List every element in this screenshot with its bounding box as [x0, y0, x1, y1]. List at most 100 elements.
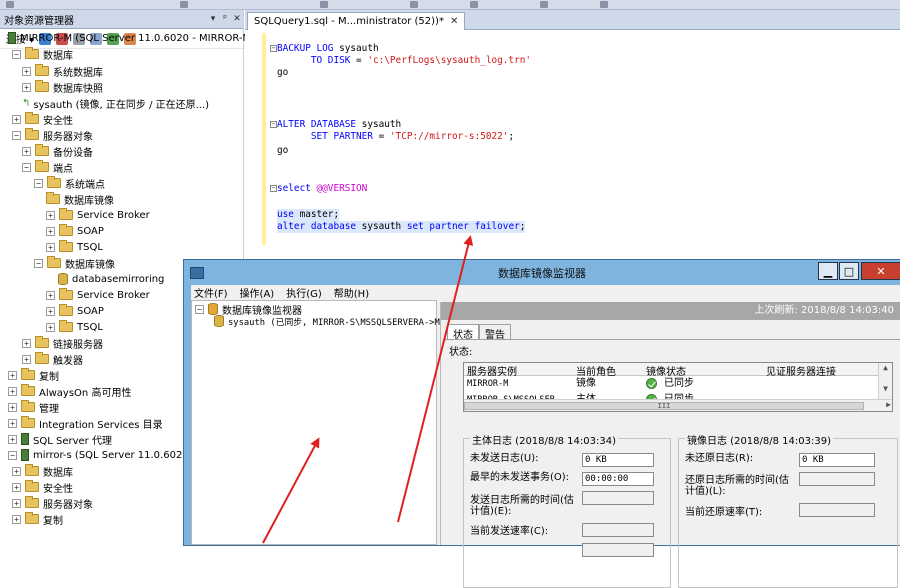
expand-icon[interactable]: + [46, 210, 55, 220]
grid-vertical-scrollbar[interactable]: ▲ ▼ [878, 363, 892, 399]
tree-node[interactable]: + Service Broker [46, 287, 150, 303]
tree-node[interactable]: databasemirroring [58, 271, 164, 287]
expand-icon[interactable]: + [12, 482, 21, 492]
code-line[interactable]: use master; [277, 209, 340, 221]
maximize-button[interactable]: □ [839, 262, 859, 280]
tree-node[interactable]: + SOAP [46, 223, 104, 239]
expand-icon[interactable]: + [22, 66, 31, 76]
close-button[interactable]: ✕ [861, 262, 900, 280]
tree-node[interactable]: − 数据库镜像 [34, 255, 115, 271]
expand-icon[interactable]: + [22, 338, 31, 348]
scroll-right-icon[interactable]: ▶ [886, 400, 891, 409]
collapse-icon[interactable]: − [270, 185, 277, 192]
monitor-tree-database[interactable]: sysauth (已同步, MIRROR-S\MSSQLSERVERA->M [214, 315, 440, 328]
expand-icon[interactable]: + [46, 226, 55, 236]
tree-node[interactable]: + 服务器对象 [12, 495, 93, 511]
expand-icon[interactable]: + [46, 290, 55, 300]
tab-warnings[interactable]: 警告 [479, 324, 511, 341]
grid-horizontal-scrollbar[interactable]: III ▶ [464, 399, 892, 411]
tree-node[interactable]: + 系统数据库 [22, 63, 103, 79]
tree-node[interactable]: + SQL Server 代理 [8, 431, 112, 447]
toolbar-icon[interactable] [410, 1, 418, 8]
toolbar-icon[interactable] [600, 1, 608, 8]
tab-sqlquery1[interactable]: SQLQuery1.sql - M...ministrator (52))* ✕ [247, 12, 466, 30]
tree-node[interactable]: + 管理 [8, 399, 59, 415]
collapse-icon[interactable]: − [195, 304, 204, 314]
expand-icon[interactable]: + [8, 434, 17, 444]
tree-node[interactable]: + SOAP [46, 303, 104, 319]
collapse-icon[interactable]: − [270, 45, 277, 52]
menu-help[interactable]: 帮助(H) [334, 285, 369, 300]
close-icon[interactable]: ✕ [231, 14, 243, 24]
tree-node[interactable]: + AlwaysOn 高可用性 [8, 383, 131, 399]
tree-node[interactable]: + 数据库快照 [22, 79, 103, 95]
collapse-icon[interactable]: − [34, 258, 43, 268]
toolbar-icon[interactable] [320, 1, 328, 8]
code-line[interactable]: SET PARTNER = 'TCP://mirror-s:5022'; [277, 131, 514, 143]
close-icon[interactable]: ✕ [450, 16, 458, 27]
expand-icon[interactable]: + [12, 514, 21, 524]
tree-node[interactable]: ↰ sysauth (镜像, 正在同步 / 正在还原...) [22, 95, 209, 111]
expand-icon[interactable]: + [8, 370, 17, 380]
tree-node[interactable]: + 复制 [12, 511, 63, 527]
tree-node[interactable]: MIRROR-M (SQL Server 11.0.6020 - MIRROR-… [8, 30, 251, 46]
tree-node[interactable]: − 数据库 [12, 46, 73, 62]
toolbar-icon[interactable] [180, 1, 188, 8]
pin-icon[interactable]: ᵖ [219, 14, 231, 24]
expand-icon[interactable]: + [12, 114, 21, 124]
collapse-icon[interactable]: − [8, 450, 17, 460]
code-line[interactable]: TO DISK = 'c:\PerfLogs\sysauth_log.trn' [277, 55, 531, 67]
scroll-up-icon[interactable]: ▲ [879, 363, 892, 372]
code-line[interactable]: go [277, 67, 288, 79]
tree-node[interactable]: + Integration Services 目录 [8, 415, 163, 431]
tree-node[interactable]: − 端点 [22, 159, 73, 175]
menu-file[interactable]: 文件(F) [194, 285, 228, 300]
code-line[interactable]: − select @@VERSION [270, 183, 367, 195]
tree-node[interactable]: + Service Broker [46, 207, 150, 223]
toolbar-icon[interactable] [470, 1, 478, 8]
tree-node[interactable]: − 服务器对象 [12, 127, 93, 143]
tree-node[interactable]: + 数据库 [12, 463, 73, 479]
dropdown-icon[interactable]: ▾ [207, 14, 219, 24]
tab-status[interactable]: 状态 [447, 324, 479, 341]
monitor-tree-root[interactable]: − 数据库镜像监视器 [195, 303, 302, 317]
menu-action[interactable]: 操作(A) [240, 285, 275, 300]
expand-icon[interactable]: + [8, 402, 17, 412]
collapse-icon[interactable]: − [12, 130, 21, 140]
tree-node[interactable]: + 安全性 [12, 479, 73, 495]
expand-icon[interactable]: + [12, 498, 21, 508]
tree-node[interactable]: + TSQL [46, 319, 103, 335]
expand-icon[interactable]: + [46, 242, 55, 252]
expand-icon[interactable]: + [46, 306, 55, 316]
expand-icon[interactable]: + [22, 354, 31, 364]
tree-node[interactable]: − 系统端点 [34, 175, 105, 191]
expand-icon[interactable]: + [8, 386, 17, 396]
expand-icon[interactable]: + [8, 418, 17, 428]
code-line[interactable]: − BACKUP LOG sysauth [270, 43, 379, 55]
tree-node[interactable]: + 备份设备 [22, 143, 93, 159]
code-line[interactable]: alter database sysauth set partner failo… [277, 221, 526, 233]
tree-node[interactable]: − mirror-s (SQL Server 11.0.6020 - M [8, 447, 207, 463]
tree-node[interactable]: + 触发器 [22, 351, 83, 367]
expand-icon[interactable]: + [12, 466, 21, 476]
scroll-down-icon[interactable]: ▼ [879, 384, 892, 393]
tree-node[interactable]: + 复制 [8, 367, 59, 383]
expand-icon[interactable]: + [46, 322, 55, 332]
collapse-icon[interactable]: − [22, 162, 31, 172]
toolbar-icon[interactable] [6, 1, 14, 8]
expand-icon[interactable]: + [22, 146, 31, 156]
code-line[interactable]: go [277, 145, 288, 157]
table-row[interactable]: MIRROR-M 镜像 已同步 [464, 376, 879, 392]
collapse-icon[interactable]: − [270, 121, 277, 128]
tree-node[interactable]: 数据库镜像 [46, 191, 114, 207]
expand-icon[interactable]: + [22, 82, 31, 92]
minimize-button[interactable]: ▁ [818, 262, 838, 280]
menu-go[interactable]: 执行(G) [286, 285, 322, 300]
code-line[interactable]: − ALTER DATABASE sysauth [270, 119, 401, 131]
collapse-icon[interactable]: − [34, 178, 43, 188]
tree-node[interactable]: + 安全性 [12, 111, 73, 127]
scroll-thumb[interactable]: III [464, 402, 864, 410]
tree-node[interactable]: + 链接服务器 [22, 335, 103, 351]
tree-node[interactable]: + TSQL [46, 239, 103, 255]
toolbar-icon[interactable] [540, 1, 548, 8]
